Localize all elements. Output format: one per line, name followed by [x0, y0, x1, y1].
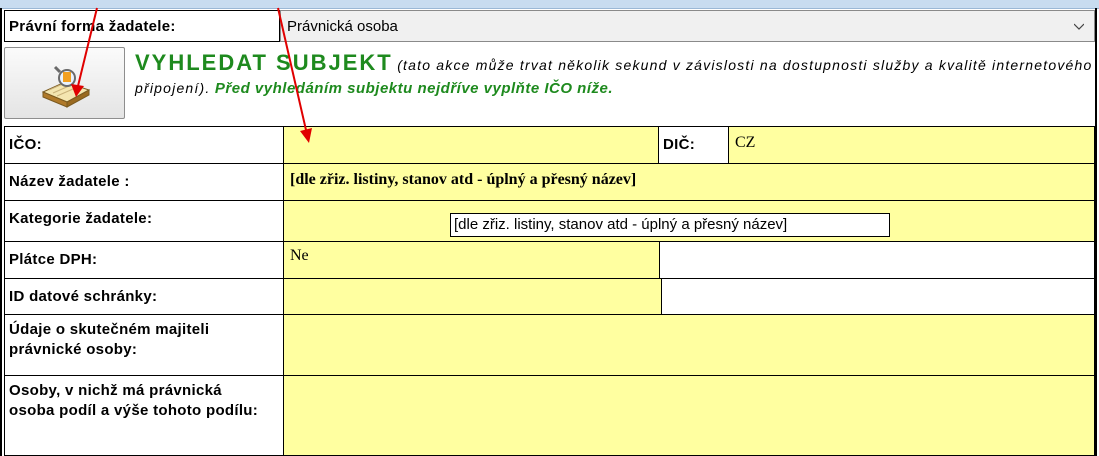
- shareholdings-input[interactable]: [283, 375, 1095, 456]
- beneficial-owner-label: Údaje o skutečném majiteli právnické oso…: [4, 314, 284, 376]
- legal-form-label: Právní forma žadatele:: [4, 10, 280, 42]
- search-hint: Před vyhledáním subjektu nejdříve vyplňt…: [214, 80, 614, 97]
- databox-input[interactable]: [283, 278, 662, 315]
- ico-input[interactable]: [283, 126, 659, 164]
- chevron-down-icon: [1074, 23, 1084, 30]
- dic-input[interactable]: CZ: [728, 126, 1095, 164]
- book-search-icon: [41, 65, 91, 108]
- category-label: Kategorie žadatele:: [4, 200, 284, 242]
- name-tooltip: [dle zřiz. listiny, stanov atd - úplný a…: [450, 213, 890, 237]
- beneficial-owner-input[interactable]: [283, 314, 1095, 376]
- vat-payer-input[interactable]: Ne: [283, 241, 660, 279]
- databox-extra-cell: [661, 278, 1095, 315]
- search-title: VYHLEDAT SUBJEKT: [135, 50, 393, 75]
- legal-form-selected-value: Právnická osoba: [287, 18, 398, 35]
- databox-label: ID datové schránky:: [4, 278, 284, 315]
- ico-label: IČO:: [4, 126, 284, 164]
- legal-form-select[interactable]: Právnická osoba: [280, 10, 1095, 42]
- search-description: VYHLEDAT SUBJEKT (tato akce může trvat n…: [135, 52, 1095, 100]
- dic-label: DIČ:: [658, 126, 729, 164]
- vat-payer-extra-cell: [659, 241, 1095, 279]
- shareholdings-label: Osoby, v nichž má právnická osoba podíl …: [4, 375, 284, 456]
- name-label: Název žadatele :: [4, 163, 284, 201]
- name-input[interactable]: [dle zřiz. listiny, stanov atd - úplný a…: [283, 163, 1095, 201]
- search-subject-button[interactable]: [4, 47, 125, 119]
- vat-payer-label: Plátce DPH:: [4, 241, 284, 279]
